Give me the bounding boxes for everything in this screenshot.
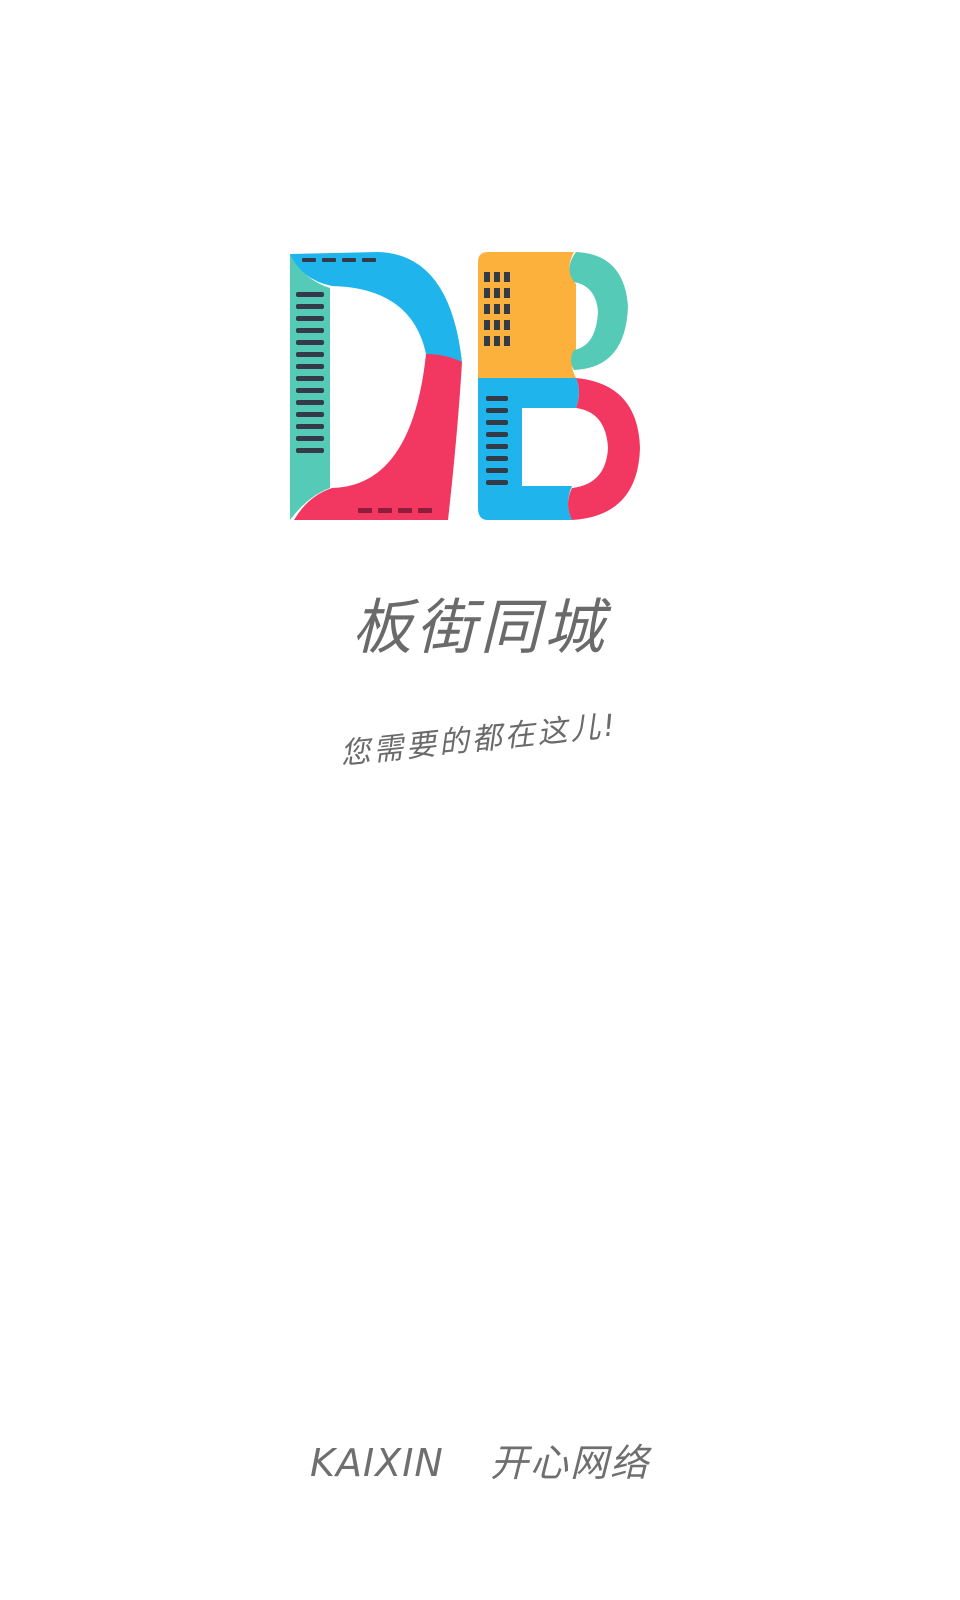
logo-letter-d xyxy=(290,252,462,520)
db-letters-logo-icon xyxy=(290,252,640,520)
splash-screen: 板街同城 您需要的都在这儿! KAIXIN 开心网络 xyxy=(0,0,960,1600)
company-footer: KAIXIN 开心网络 xyxy=(0,1444,960,1482)
app-name-title: 板街同城 xyxy=(352,593,608,663)
logo-letter-b xyxy=(478,252,640,520)
company-name-en: KAIXIN xyxy=(310,1441,444,1485)
company-name-cn: 开心网络 xyxy=(489,1441,650,1485)
slogan-text: 您需要的都在这儿! xyxy=(338,708,620,772)
